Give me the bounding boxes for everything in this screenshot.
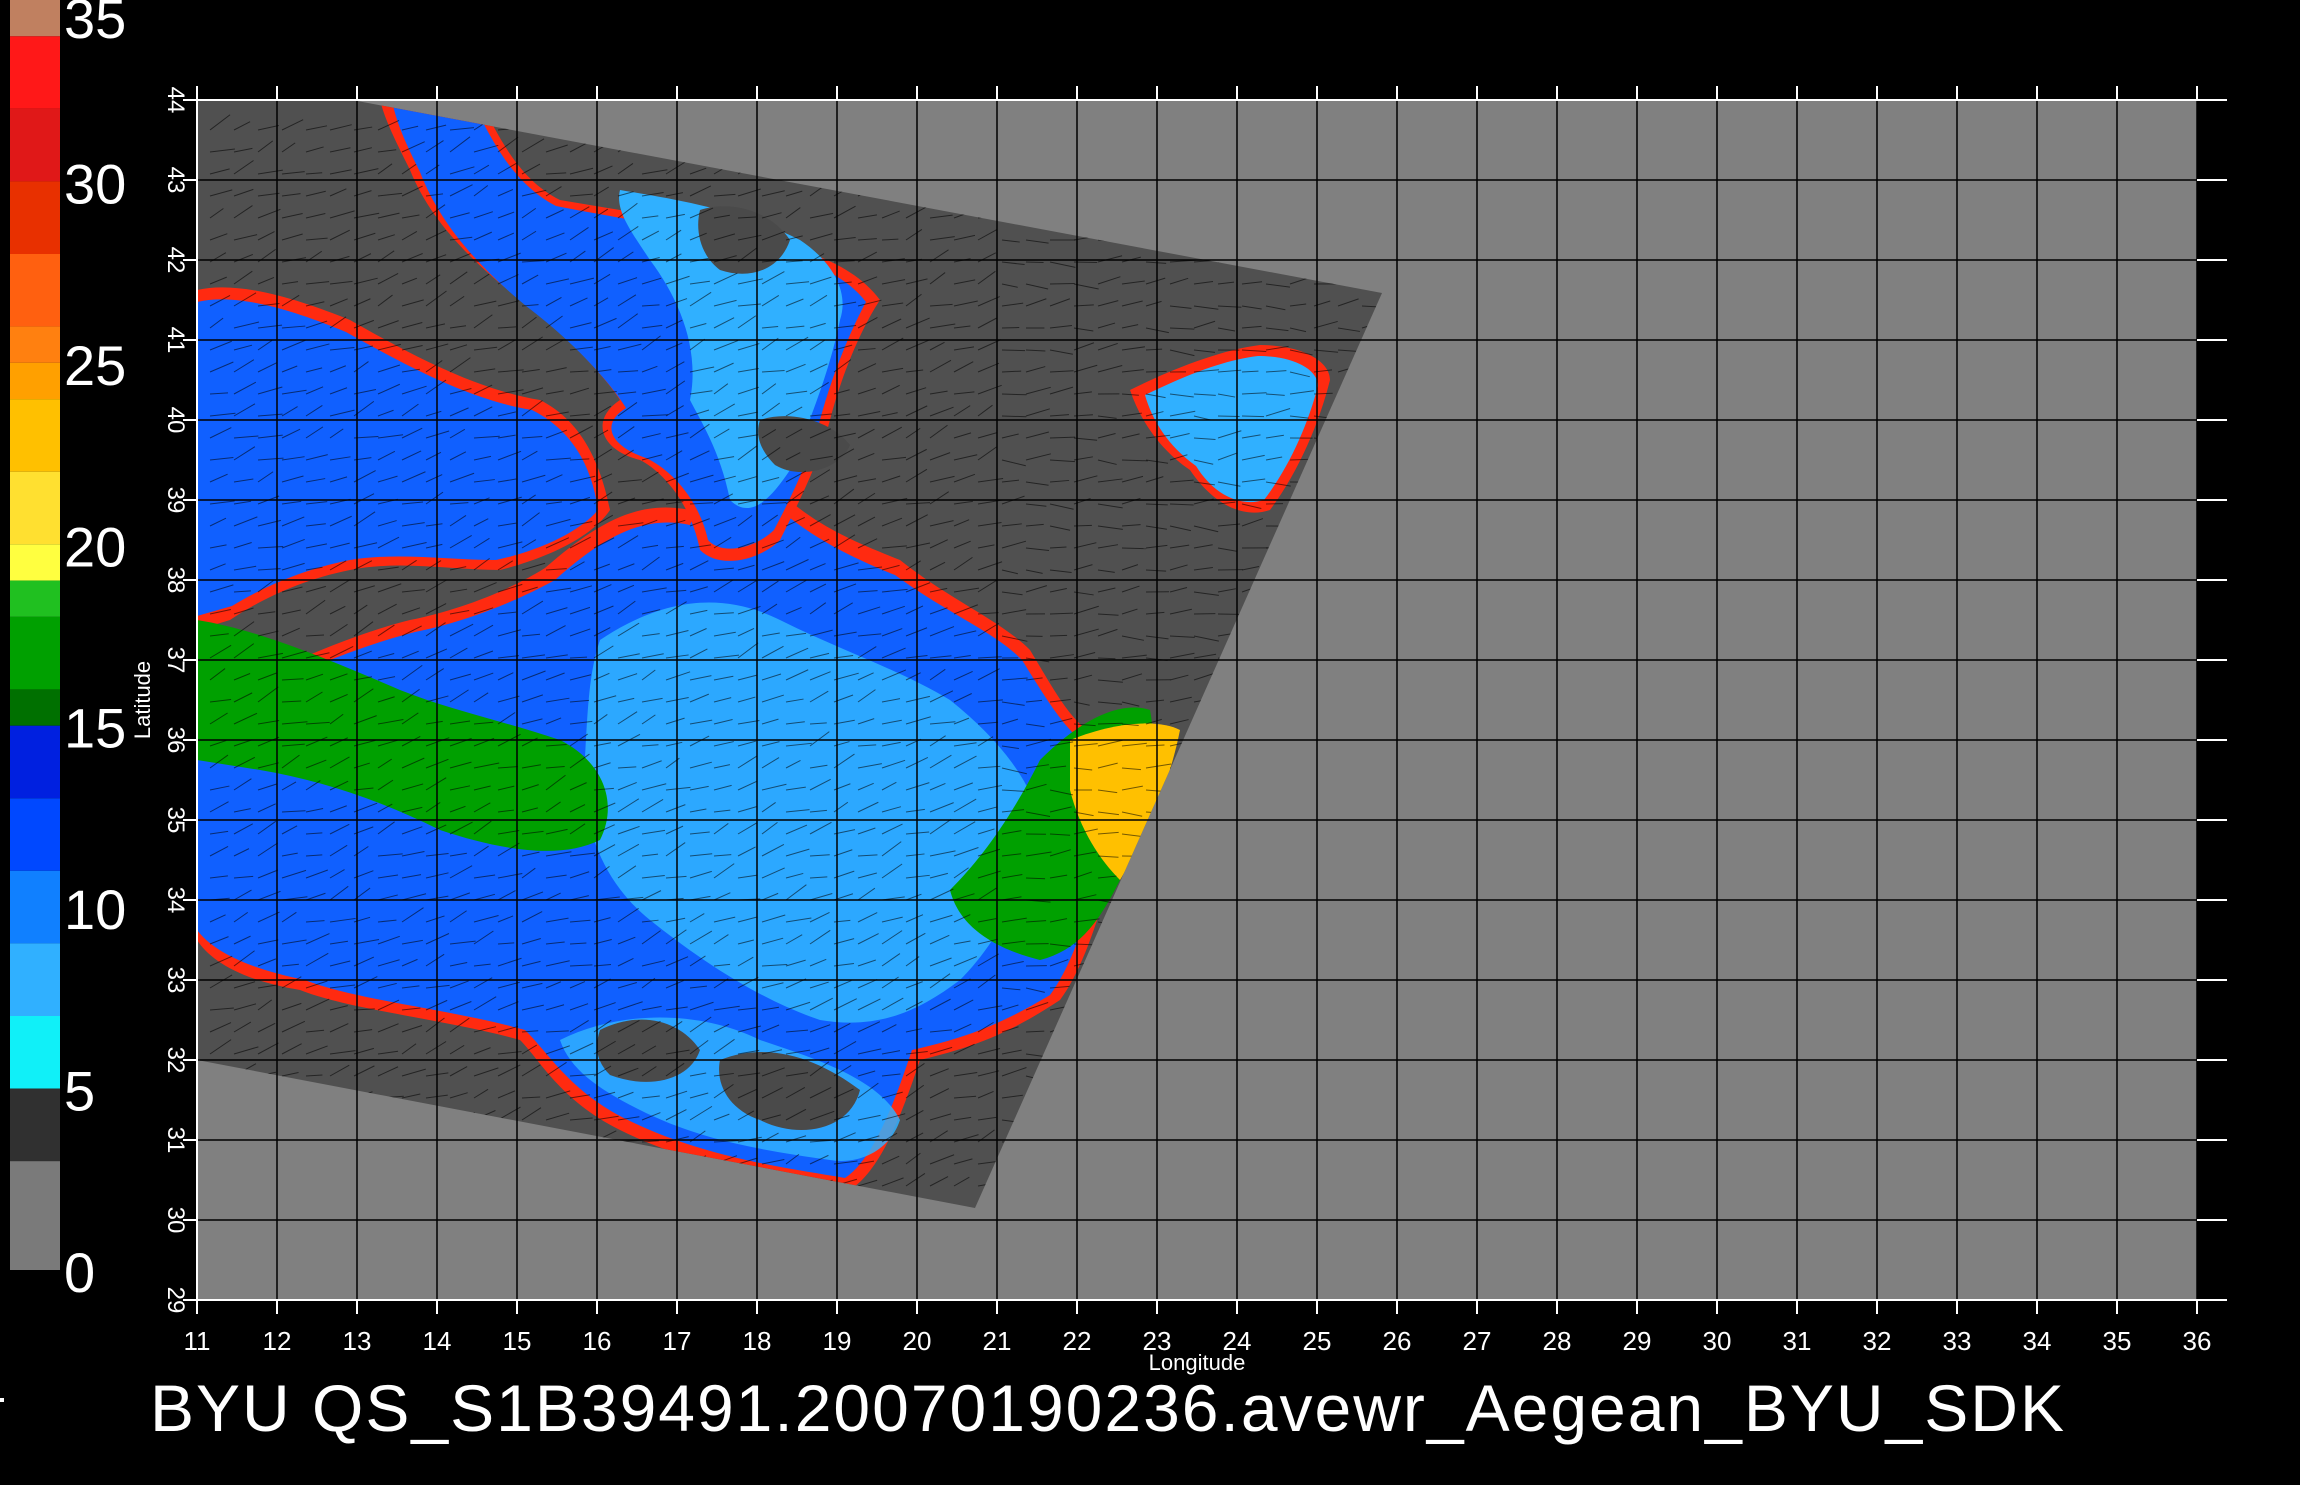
- x-tick-label: 35: [2103, 1326, 2132, 1356]
- x-tick-label: 15: [503, 1326, 532, 1356]
- x-tick-label: 13: [343, 1326, 372, 1356]
- y-tick-label: 41: [162, 327, 189, 354]
- x-tick-label: 22: [1063, 1326, 1092, 1356]
- x-tick-label: 17: [663, 1326, 692, 1356]
- colorbar-segment: [10, 1161, 60, 1270]
- colorbar-segment: [10, 399, 60, 472]
- colorbar-segment: [10, 254, 60, 327]
- x-tick-label: 19: [823, 1326, 852, 1356]
- y-tick-label: 30: [162, 1207, 189, 1234]
- wind-vector: [1002, 350, 1025, 351]
- map-plot-area: [183, 86, 2227, 1314]
- y-tick-label: 37: [162, 647, 189, 674]
- x-tick-label: 32: [1863, 1326, 1892, 1356]
- colorbar-label: 35: [64, 0, 126, 50]
- colorbar-label: 20: [64, 515, 126, 578]
- colorbar-segment: [10, 181, 60, 254]
- y-tick-label: 42: [162, 247, 189, 274]
- wind-map-svg: 0 5 10 15 20 25 30 35: [0, 0, 2300, 1480]
- colorbar-segment: [10, 798, 60, 871]
- x-tick-label: 18: [743, 1326, 772, 1356]
- wind-vector: [1074, 525, 1092, 526]
- y-tick-label: 29: [162, 1287, 189, 1314]
- colorbar-label: 30: [64, 152, 126, 215]
- figure-title: BYU QS_S1B39491.20070190236.avewr_Aegean…: [150, 1370, 2066, 1446]
- y-tick-label: 43: [162, 167, 189, 194]
- color-scale-legend: [10, 0, 60, 1270]
- x-tick-label: 12: [263, 1326, 292, 1356]
- colorbar-segment: [10, 544, 60, 580]
- edge-marker: [0, 1398, 4, 1402]
- colorbar-label: 10: [64, 878, 126, 941]
- colorbar-segment: [10, 36, 60, 109]
- x-tick-label: 14: [423, 1326, 452, 1356]
- y-tick-label: 36: [162, 727, 189, 754]
- colorbar-segment: [10, 109, 60, 182]
- x-tick-label: 36: [2183, 1326, 2212, 1356]
- colorbar-segment: [10, 1089, 60, 1162]
- x-tick-label: 21: [983, 1326, 1012, 1356]
- y-tick-label: 39: [162, 487, 189, 514]
- colorbar-segment: [10, 581, 60, 617]
- x-tick-label: 28: [1543, 1326, 1572, 1356]
- x-tick-label: 16: [583, 1326, 612, 1356]
- colorbar-segment: [10, 943, 60, 1016]
- y-tick-label: 40: [162, 407, 189, 434]
- x-tick-label: 33: [1943, 1326, 1972, 1356]
- wind-map-figure: 0 5 10 15 20 25 30 35: [0, 0, 2300, 1480]
- y-tick-label: 35: [162, 807, 189, 834]
- y-tick-label: 33: [162, 967, 189, 994]
- colorbar-segment: [10, 363, 60, 399]
- wind-vector: [1098, 658, 1115, 659]
- y-tick-label: 34: [162, 887, 189, 914]
- x-tick-label: 11: [184, 1326, 211, 1356]
- wind-vector: [1026, 262, 1044, 263]
- colorbar-segment: [10, 327, 60, 363]
- x-tick-label: 34: [2023, 1326, 2052, 1356]
- wind-vector: [1050, 283, 1075, 284]
- y-axis-label: Latitude: [130, 661, 155, 739]
- colorbar-segment: [10, 617, 60, 690]
- colorbar-segment: [10, 871, 60, 944]
- x-tick-label: 26: [1383, 1326, 1412, 1356]
- x-tick-label: 29: [1623, 1326, 1652, 1356]
- colorbar-segment: [10, 726, 60, 799]
- y-tick-labels: 29 30 31 32 33 34 35 36 37 38 39 40 41 42 43 44: [162, 87, 189, 1314]
- colorbar-label: 5: [64, 1060, 95, 1123]
- y-tick-label: 44: [162, 87, 189, 114]
- colorbar-label: 15: [64, 697, 126, 760]
- y-tick-label: 38: [162, 567, 189, 594]
- wind-vector: [1146, 371, 1167, 372]
- x-tick-label: 31: [1783, 1326, 1812, 1356]
- y-tick-label: 31: [162, 1127, 189, 1154]
- colorbar-label: 0: [64, 1241, 95, 1304]
- x-tick-label: 30: [1703, 1326, 1732, 1356]
- colorbar-segment: [10, 472, 60, 545]
- wind-vector: [1242, 416, 1264, 417]
- colorbar-segment: [10, 0, 60, 36]
- x-tick-label: 25: [1303, 1326, 1332, 1356]
- colorbar-label: 25: [64, 334, 126, 397]
- y-tick-label: 32: [162, 1047, 189, 1074]
- color-scale-labels: 0 5 10 15 20 25 30 35: [64, 0, 126, 1304]
- wind-vector: [1122, 548, 1146, 549]
- colorbar-segment: [10, 1016, 60, 1089]
- colorbar-segment: [10, 689, 60, 725]
- x-tick-label: 27: [1463, 1326, 1492, 1356]
- wind-vector: [1050, 635, 1067, 636]
- x-tick-label: 20: [903, 1326, 932, 1356]
